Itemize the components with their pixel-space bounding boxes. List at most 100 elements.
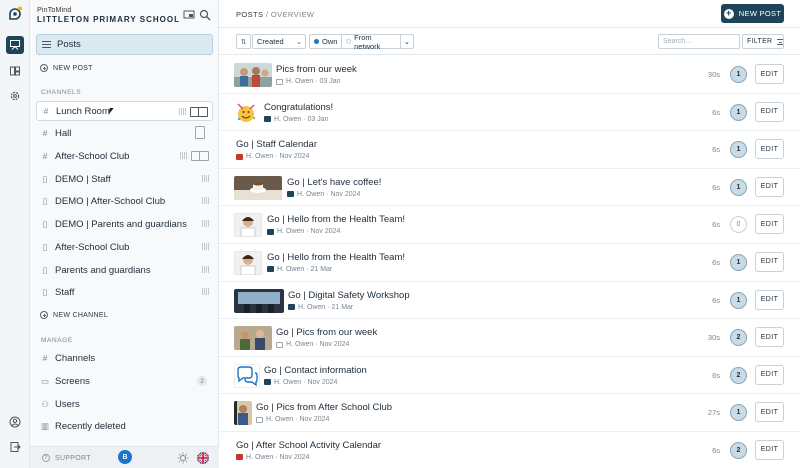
filter-network-toggle[interactable]: From network	[342, 33, 401, 51]
post-title: Go | Hello from the Health Team!	[267, 251, 405, 263]
edit-button[interactable]: EDIT	[755, 364, 784, 385]
sidebar-item-channel[interactable]: # After-School Club	[36, 146, 213, 166]
sidebar-item-channel[interactable]: ▯ DEMO | Staff	[36, 169, 213, 189]
sort-select[interactable]: Created ⌄	[252, 34, 306, 49]
sidebar-item-channels[interactable]: # Channels	[36, 348, 213, 368]
mouse-cursor-icon	[108, 108, 114, 115]
screen-preview-icon[interactable]	[183, 9, 195, 21]
sidebar-item-channel[interactable]: ▯ After-School Club	[36, 237, 213, 257]
post-thumbnail	[234, 63, 272, 87]
post-title: Pics from our week	[276, 64, 357, 75]
post-duration: 6s	[712, 220, 720, 230]
settings-icon[interactable]	[6, 87, 24, 105]
uk-flag-icon[interactable]	[197, 452, 209, 464]
channel-count-badge[interactable]: 2	[730, 329, 747, 347]
manage-section-title: MANAGE	[41, 337, 73, 344]
image-icon	[288, 304, 295, 311]
breadcrumb-section[interactable]: POSTS	[236, 10, 263, 19]
edit-button[interactable]: EDIT	[755, 214, 784, 235]
filter-button[interactable]: FILTER	[742, 34, 784, 49]
sun-icon[interactable]	[177, 452, 189, 464]
table-row[interactable]: Go | Staff Calendar H. Owen · Nov 2024 6…	[219, 131, 800, 169]
edit-button[interactable]: EDIT	[755, 327, 784, 348]
edit-button[interactable]: EDIT	[755, 289, 784, 310]
account-icon[interactable]	[6, 413, 24, 431]
logo-icon[interactable]	[7, 6, 23, 22]
version-badge[interactable]: B	[118, 450, 132, 464]
new-post-link[interactable]: NEW POST	[40, 64, 93, 72]
channel-label: DEMO | Staff	[55, 173, 111, 185]
qr-icon	[202, 175, 209, 182]
edit-button[interactable]: EDIT	[755, 439, 784, 460]
help-icon: ?	[42, 454, 50, 462]
channel-count-badge[interactable]: 1	[730, 291, 747, 309]
channel-label: Hall	[55, 127, 72, 139]
post-meta: H. Owen · Nov 2024	[287, 191, 360, 198]
table-row[interactable]: Go | Pics from our week H. Owen · Nov 20…	[219, 319, 800, 357]
channel-label: Lunch Room	[56, 105, 110, 117]
edit-button[interactable]: EDIT	[755, 64, 784, 84]
channel-count-badge[interactable]: 2	[730, 441, 747, 459]
post-meta: H. Owen · 03 Jan	[264, 116, 329, 123]
post-title: Go | Pics from After School Club	[256, 402, 393, 414]
sidebar-item-channel[interactable]: # Lunch Room	[36, 101, 213, 121]
sidebar-item-recently-deleted[interactable]: ▥ Recently deleted	[36, 416, 213, 436]
table-row[interactable]: Go | After School Activity Calendar H. O…	[219, 432, 800, 468]
search-input[interactable]: Search...	[658, 34, 740, 49]
table-row[interactable]: Go | Hello from the Health Team! H. Owen…	[219, 244, 800, 282]
channel-count-badge[interactable]: 1	[730, 103, 747, 121]
post-title: Go | Let's have coffee!	[287, 176, 382, 188]
add-circle-icon	[40, 311, 48, 319]
channel-count-badge[interactable]: 1	[730, 404, 747, 422]
plus-icon: +	[723, 8, 734, 19]
edit-button[interactable]: EDIT	[755, 251, 784, 272]
sidebar-item-posts[interactable]: Posts	[36, 34, 213, 55]
table-row[interactable]: Congratulations! H. Owen · 03 Jan 6s 1 E…	[219, 94, 800, 132]
breadcrumb-page: OVERVIEW	[270, 10, 315, 19]
post-meta: H. Owen · Nov 2024	[267, 228, 340, 235]
channels-icon[interactable]	[6, 62, 24, 80]
hash-icon: #	[42, 128, 48, 138]
gallery-icon	[276, 341, 283, 348]
sidebar-item-channel[interactable]: ▯ DEMO | After-School Club	[36, 191, 213, 211]
posts-list: Pics from our week H. Owen · 03 Jan 30s …	[219, 56, 800, 468]
edit-button[interactable]: EDIT	[755, 101, 784, 122]
edit-button[interactable]: EDIT	[755, 139, 784, 160]
support-link[interactable]: ? SUPPORT	[42, 454, 91, 462]
search-icon[interactable]	[199, 9, 211, 21]
new-channel-link[interactable]: NEW CHANNEL	[40, 311, 108, 319]
post-duration: 6s	[712, 295, 720, 305]
sort-direction-button[interactable]: ⇅	[236, 34, 251, 49]
table-row[interactable]: Go | Let's have coffee! H. Owen · Nov 20…	[219, 169, 800, 207]
channel-count-badge[interactable]: 1	[730, 141, 747, 159]
source-filter-dropdown[interactable]: ⌄	[401, 35, 413, 48]
table-row[interactable]: Go | Digital Safety Workshop H. Owen · 2…	[219, 282, 800, 320]
channel-count-badge[interactable]: 1	[730, 253, 747, 271]
post-thumbnail	[234, 363, 260, 388]
channel-count-badge[interactable]: 0	[730, 216, 747, 234]
table-row[interactable]: Pics from our week H. Owen · 03 Jan 30s …	[219, 56, 800, 94]
table-row[interactable]: Go | Pics from After School Club H. Owen…	[219, 394, 800, 432]
posts-icon[interactable]	[6, 36, 24, 54]
channel-count-badge[interactable]: 1	[730, 66, 747, 83]
sidebar-item-channel[interactable]: # Hall	[36, 123, 213, 143]
channel-count-badge[interactable]: 2	[730, 366, 747, 384]
exit-icon[interactable]	[6, 438, 24, 456]
edit-button[interactable]: EDIT	[755, 176, 784, 197]
channel-count-badge[interactable]: 1	[730, 178, 747, 196]
new-post-button[interactable]: + NEW POST	[721, 4, 784, 23]
hash-icon: #	[42, 151, 48, 161]
channel-label: After-School Club	[55, 150, 130, 162]
sidebar-item-channel[interactable]: ▯ Parents and guardians	[36, 260, 213, 280]
phone-icon: ▯	[42, 218, 48, 229]
sidebar-item-users[interactable]: ⚇ Users	[36, 394, 213, 414]
filter-own-toggle[interactable]: Own	[310, 35, 343, 48]
post-duration: 6s	[712, 257, 720, 267]
toolbar: ⇅ Created ⌄ Own From network ⌄ Search...…	[219, 27, 800, 55]
sidebar-item-screens[interactable]: ▭ Screens 2	[36, 371, 213, 391]
table-row[interactable]: Go | Hello from the Health Team! H. Owen…	[219, 206, 800, 244]
sidebar-item-channel[interactable]: ▯ DEMO | Parents and guardians	[36, 214, 213, 234]
edit-button[interactable]: EDIT	[755, 402, 784, 423]
sidebar-item-channel[interactable]: ▯ Staff	[36, 282, 213, 302]
table-row[interactable]: Go | Contact information H. Owen · Nov 2…	[219, 357, 800, 395]
